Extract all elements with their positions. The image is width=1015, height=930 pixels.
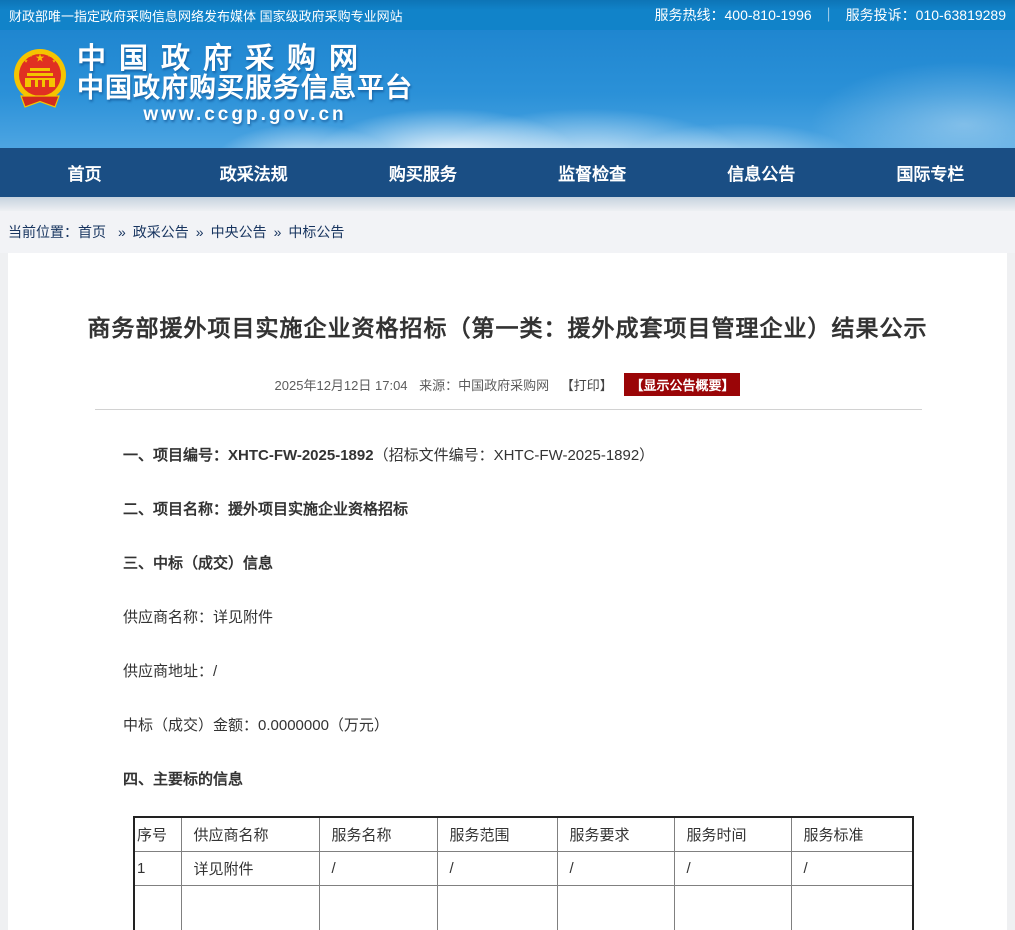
nav-shadow-strip: [0, 197, 1015, 211]
breadcrumb-item-zhengcai[interactable]: 政采公告: [133, 222, 189, 242]
paragraph-supplier-address: 供应商地址：/: [123, 662, 1007, 682]
table-header-cell: 服务标准: [791, 817, 913, 852]
table-cell: /: [319, 852, 437, 886]
nav-item-home[interactable]: 首页: [0, 148, 169, 197]
table-cell: [437, 886, 557, 930]
paragraph-supplier-name: 供应商名称：详见附件: [123, 608, 1007, 628]
site-name: 中国政府采购网: [77, 44, 413, 74]
breadcrumb-prefix: 当前位置：: [8, 222, 78, 242]
table-cell: [557, 886, 674, 930]
article-meta: 2025年12月12日 17:04 来源：中国政府采购网 【打印】 【显示公告概…: [8, 373, 1007, 396]
breadcrumb-item-award[interactable]: 中标公告: [288, 222, 344, 242]
site-logo[interactable]: 中国政府采购网 中国政府购买服务信息平台 www.ccgp.gov.cn: [13, 44, 413, 126]
national-emblem-icon: [13, 44, 67, 116]
table-header-row: 序号 供应商名称 服务名称 服务范围 服务要求 服务时间 服务标准: [134, 817, 913, 852]
table-cell: [791, 886, 913, 930]
nav-item-international[interactable]: 国际专栏: [846, 148, 1015, 197]
table-cell: [134, 886, 181, 930]
breadcrumb-separator: »: [196, 224, 204, 240]
service-complaint: 服务投诉：010-63819289: [846, 5, 1006, 25]
page-title: 商务部援外项目实施企业资格招标（第一类：援外成套项目管理企业）结果公示: [8, 253, 1007, 343]
paragraph-main-subject-heading: 四、主要标的信息: [123, 770, 1007, 790]
table-header-cell: 服务名称: [319, 817, 437, 852]
breadcrumb-item-home[interactable]: 首页: [78, 222, 106, 242]
table-cell: [181, 886, 319, 930]
nav-item-regulations[interactable]: 政采法规: [169, 148, 338, 197]
site-url: www.ccgp.gov.cn: [77, 103, 413, 126]
breadcrumb-separator: »: [274, 224, 282, 240]
table-cell: 1: [134, 852, 181, 886]
nav-item-purchase[interactable]: 购买服务: [338, 148, 507, 197]
breadcrumb: 当前位置： 首页 » 政采公告 » 中央公告 » 中标公告: [0, 211, 1015, 253]
table-header-cell: 序号: [134, 817, 181, 852]
service-hotline: 服务热线：400-810-1996: [655, 5, 812, 25]
table-header-cell: 服务要求: [557, 817, 674, 852]
table-cell: 详见附件: [181, 852, 319, 886]
show-summary-button[interactable]: 【显示公告概要】: [624, 373, 740, 396]
table-cell: /: [791, 852, 913, 886]
paragraph-project-number: 一、项目编号：XHTC-FW-2025-1892（招标文件编号：XHTC-FW-…: [123, 446, 1007, 466]
publish-datetime: 2025年12月12日 17:04: [275, 378, 408, 393]
nav-item-announcements[interactable]: 信息公告: [677, 148, 846, 197]
paragraph-project-name: 二、项目名称：援外项目实施企业资格招标: [123, 500, 1007, 520]
table-header-cell: 服务时间: [674, 817, 791, 852]
logo-text: 中国政府采购网 中国政府购买服务信息平台 www.ccgp.gov.cn: [77, 44, 413, 126]
table-cell: /: [437, 852, 557, 886]
site-slogan: 财政部唯一指定政府采购信息网络发布媒体 国家级政府采购专业网站: [9, 6, 403, 25]
table-header-cell: 供应商名称: [181, 817, 319, 852]
article-card: 商务部援外项目实施企业资格招标（第一类：援外成套项目管理企业）结果公示 2025…: [8, 253, 1007, 930]
topbar-contacts: 服务热线：400-810-1996 ｜ 服务投诉：010-63819289: [655, 5, 1007, 25]
nav-item-supervision[interactable]: 监督检查: [508, 148, 677, 197]
page: 财政部唯一指定政府采购信息网络发布媒体 国家级政府采购专业网站 服务热线：400…: [0, 0, 1015, 930]
topbar-divider: ｜: [822, 5, 836, 25]
print-button[interactable]: 【打印】: [561, 378, 613, 393]
table-cell: [319, 886, 437, 930]
table-row: [134, 886, 913, 930]
main-nav: 首页 政采法规 购买服务 监督检查 信息公告 国际专栏: [0, 148, 1015, 197]
breadcrumb-item-central[interactable]: 中央公告: [211, 222, 267, 242]
table-header-cell: 服务范围: [437, 817, 557, 852]
article-body: 一、项目编号：XHTC-FW-2025-1892（招标文件编号：XHTC-FW-…: [8, 446, 1007, 790]
table-cell: /: [674, 852, 791, 886]
main-subject-table: 序号 供应商名称 服务名称 服务范围 服务要求 服务时间 服务标准 1 详见附件…: [133, 816, 914, 930]
meta-divider: [95, 409, 922, 410]
site-subtitle: 中国政府购买服务信息平台: [77, 74, 413, 103]
table-cell: /: [557, 852, 674, 886]
paragraph-award-amount: 中标（成交）金额：0.0000000（万元）: [123, 716, 1007, 736]
breadcrumb-separator: »: [118, 224, 126, 240]
paragraph-award-info-heading: 三、中标（成交）信息: [123, 554, 1007, 574]
masthead: 中国政府采购网 中国政府购买服务信息平台 www.ccgp.gov.cn: [0, 30, 1015, 148]
table-row: 1 详见附件 / / / / /: [134, 852, 913, 886]
article-source: 来源：中国政府采购网: [419, 378, 549, 393]
top-utility-bar: 财政部唯一指定政府采购信息网络发布媒体 国家级政府采购专业网站 服务热线：400…: [0, 0, 1015, 30]
table-cell: [674, 886, 791, 930]
